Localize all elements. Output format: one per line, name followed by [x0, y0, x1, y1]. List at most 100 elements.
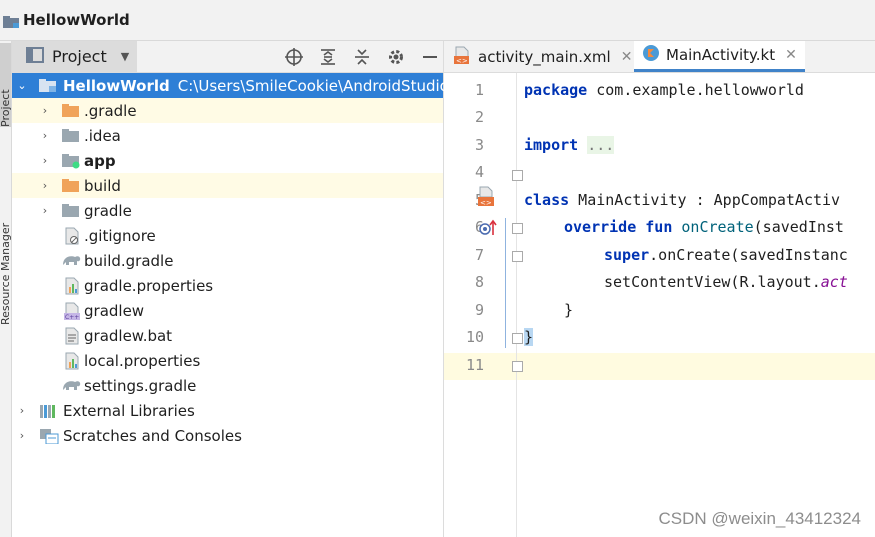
project-folder-icon	[3, 14, 19, 28]
tree-item-root[interactable]: ⌄ HellowWorld C:\Users\SmileCookie\Androi…	[12, 73, 458, 98]
properties-file-icon	[64, 277, 82, 295]
tree-item-external-libraries[interactable]: › External Libraries	[12, 398, 443, 423]
line-number: 2	[474, 108, 484, 126]
fold-marker-icon[interactable]	[512, 170, 523, 181]
tree-item-gradlew-bat[interactable]: gradlew.bat	[12, 323, 443, 348]
tree-item-label: .gradle	[84, 101, 137, 120]
tree-item-scratches[interactable]: › Scratches and Consoles	[12, 423, 443, 448]
tree-item-label: settings.gradle	[84, 376, 197, 395]
line-number: 7	[474, 246, 484, 264]
tree-item-app[interactable]: › app	[12, 148, 443, 173]
android-module-folder-icon	[62, 153, 80, 169]
fold-marker-icon[interactable]	[512, 333, 523, 344]
tree-item-label: External Libraries	[63, 401, 195, 420]
tree-item-build-gradle[interactable]: build.gradle	[12, 248, 443, 273]
code-editor[interactable]: 1 2 3 4 5 6 7 8 9 10 11 <> package com.e…	[444, 73, 875, 537]
scope-line	[505, 218, 506, 348]
close-icon[interactable]: ✕	[785, 47, 797, 63]
tree-item-label: gradle	[84, 201, 132, 220]
project-path: C:\Users\SmileCookie\AndroidStudioP	[177, 76, 458, 95]
tree-item-label: .gitignore	[84, 226, 156, 245]
svg-text:<>: <>	[480, 199, 492, 207]
gitignore-file-icon	[64, 227, 82, 245]
tree-item-idea[interactable]: › .idea	[12, 123, 443, 148]
tab-label: MainActivity.kt	[666, 46, 776, 64]
code-line-10: }	[564, 301, 574, 319]
tree-item-label: .idea	[84, 126, 121, 145]
code-line-8: super.onCreate(savedInstanc	[604, 246, 848, 264]
tree-item-label: build	[84, 176, 121, 195]
folder-icon	[62, 203, 80, 219]
expand-all-icon[interactable]	[319, 48, 337, 66]
window-title: HellowWorld	[23, 11, 130, 29]
code-line-7: override fun onCreate(savedInst	[564, 218, 844, 236]
folder-icon	[62, 128, 80, 144]
chevron-right-icon[interactable]: ›	[39, 154, 51, 167]
collapse-all-icon[interactable]	[353, 48, 371, 66]
tree-item-local-properties[interactable]: local.properties	[12, 348, 443, 373]
layout-gutter-icon[interactable]: <>	[477, 186, 495, 212]
gear-icon[interactable]	[387, 48, 405, 66]
tree-item-label: gradle.properties	[84, 276, 214, 295]
project-view-icon	[26, 46, 44, 67]
chevron-down-icon[interactable]: ⌄	[16, 79, 28, 92]
chevron-right-icon[interactable]: ›	[39, 204, 51, 217]
line-number: 3	[474, 136, 484, 154]
tree-item-settings-gradle[interactable]: settings.gradle	[12, 373, 443, 398]
project-tool-tab[interactable]: Project	[0, 43, 11, 127]
kotlin-class-icon	[642, 44, 660, 66]
watermark: CSDN @weixin_43412324	[658, 509, 861, 528]
minimize-icon[interactable]	[421, 48, 439, 66]
svg-text:<>: <>	[456, 57, 468, 64]
line-number: 11	[465, 356, 484, 374]
chevron-down-icon: ▼	[120, 50, 130, 63]
svg-text:C++: C++	[65, 314, 79, 320]
editor-tab-bar: <> activity_main.xml ✕ MainActivity.kt ✕	[444, 41, 875, 73]
tree-item-gradle-properties[interactable]: gradle.properties	[12, 273, 443, 298]
line-number: 1	[474, 81, 484, 99]
tree-item-gradle[interactable]: › gradle	[12, 198, 443, 223]
locate-file-icon[interactable]	[285, 47, 303, 66]
line-number: 4	[474, 163, 484, 181]
properties-file-icon	[64, 352, 82, 370]
project-view-label: Project	[52, 47, 107, 66]
tree-item-label: Scratches and Consoles	[63, 426, 242, 445]
tree-item-gradlew[interactable]: C++ gradlew	[12, 298, 443, 323]
code-line-6: class MainActivity : AppCompatActiv	[524, 191, 841, 209]
chevron-right-icon[interactable]: ›	[39, 104, 51, 117]
tree-item-gradle-dir[interactable]: › .gradle	[12, 98, 443, 123]
resource-manager-tool-tab[interactable]: Resource Manager	[0, 175, 11, 325]
chevron-right-icon[interactable]: ›	[39, 129, 51, 142]
tree-item-label: build.gradle	[84, 251, 174, 270]
editor-panel: <> activity_main.xml ✕ MainActivity.kt ✕…	[444, 41, 875, 537]
title-bar: HellowWorld	[0, 0, 875, 41]
gradle-file-icon	[62, 378, 81, 394]
chevron-right-icon[interactable]: ›	[16, 404, 28, 417]
fold-marker-icon[interactable]	[512, 361, 523, 372]
chevron-right-icon[interactable]: ›	[39, 179, 51, 192]
chevron-right-icon[interactable]: ›	[16, 429, 28, 442]
tree-item-label: gradlew	[84, 301, 145, 320]
project-tree: ⌄ HellowWorld C:\Users\SmileCookie\Androi…	[12, 73, 458, 448]
folder-orange-icon	[62, 103, 80, 119]
fold-marker-icon[interactable]	[512, 251, 523, 262]
tree-item-label: local.properties	[84, 351, 201, 370]
code-line-3: import ...	[524, 136, 615, 154]
tree-item-label: app	[84, 151, 116, 170]
libraries-icon	[39, 403, 57, 419]
close-icon[interactable]: ✕	[621, 49, 633, 65]
tab-mainactivity-kt[interactable]: MainActivity.kt ✕	[634, 41, 805, 72]
line-number: 10	[465, 328, 484, 346]
project-panel: Project ▼ ⌄ HellowWorld C:\Users\SmileCo…	[12, 41, 458, 537]
tab-activity-main-xml[interactable]: <> activity_main.xml ✕	[454, 41, 632, 72]
tree-item-gitignore[interactable]: .gitignore	[12, 223, 443, 248]
tree-item-build[interactable]: › build	[12, 173, 443, 198]
tree-item-label: gradlew.bat	[84, 326, 173, 345]
line-number: 9	[474, 301, 484, 319]
fold-marker-icon[interactable]	[512, 223, 523, 234]
folded-imports[interactable]: ...	[587, 136, 615, 154]
script-file-icon: C++	[64, 302, 82, 321]
project-view-selector[interactable]: Project ▼	[12, 41, 138, 72]
scratches-icon	[39, 428, 59, 445]
override-method-icon[interactable]	[478, 219, 498, 241]
